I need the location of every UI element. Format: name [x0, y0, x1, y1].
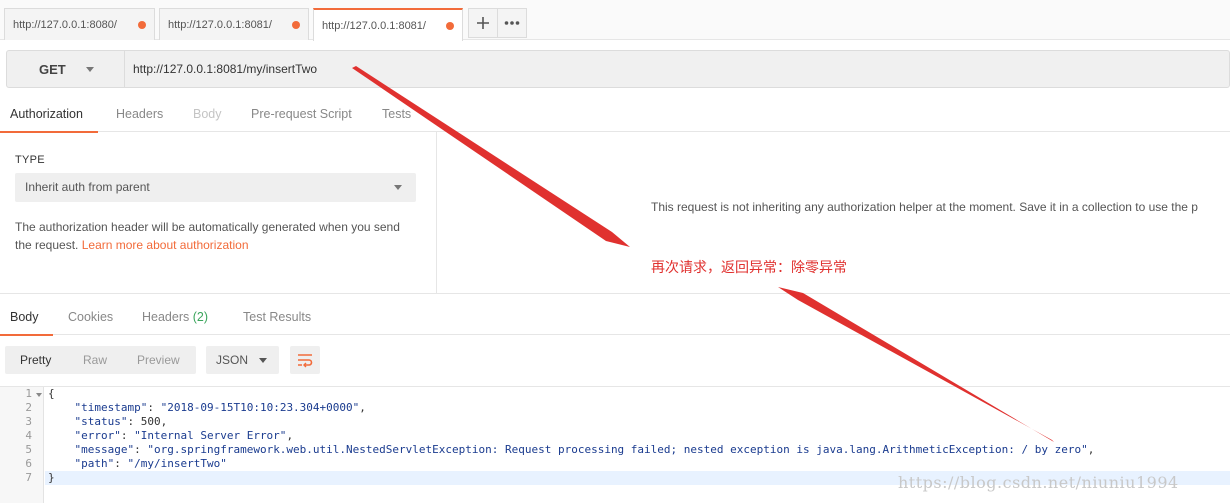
tab-headers[interactable]: Headers — [116, 96, 163, 132]
tab-test-results[interactable]: Test Results — [243, 299, 311, 335]
tab-pre-request-script[interactable]: Pre-request Script — [251, 96, 352, 132]
learn-more-link[interactable]: Learn more about authorization — [82, 238, 249, 252]
view-mode-segmented: Pretty Raw Preview — [5, 346, 196, 374]
json-brace: } — [48, 471, 55, 484]
request-tab[interactable]: http://127.0.0.1:8081/ — [159, 8, 309, 40]
auth-settings-panel: TYPE Inherit auth from parent The author… — [0, 132, 437, 294]
tab-label: http://127.0.0.1:8080/ — [13, 18, 117, 31]
tab-label: Authorization — [10, 107, 83, 121]
wrap-lines-button[interactable] — [290, 346, 320, 374]
code-line: "message": "org.springframework.web.util… — [74, 443, 1095, 456]
auth-type-value: Inherit auth from parent — [25, 180, 150, 194]
tab-tests[interactable]: Tests — [382, 96, 411, 132]
json-key: "error" — [74, 429, 121, 442]
divider — [0, 293, 1230, 294]
json-key: "timestamp" — [74, 401, 148, 414]
json-brace: { — [48, 387, 55, 400]
tab-label: Test Results — [243, 310, 312, 324]
request-bar: GET http://127.0.0.1:8081/my/insertTwo — [6, 50, 1230, 88]
line-number: 7 — [25, 471, 32, 484]
tab-label: Headers — [142, 310, 190, 324]
tab-body[interactable]: Body — [193, 96, 222, 132]
json-key: "status" — [74, 415, 128, 428]
request-tabs-bar: http://127.0.0.1:8080/ http://127.0.0.1:… — [0, 0, 1230, 41]
view-raw-button[interactable]: Raw — [83, 346, 107, 374]
more-tabs-button[interactable] — [497, 8, 527, 38]
chevron-down-icon — [394, 185, 402, 190]
format-value: JSON — [216, 353, 249, 367]
line-gutter: 1 2 3 4 5 6 7 — [0, 387, 44, 503]
tab-label: http://127.0.0.1:8081/ — [168, 18, 272, 31]
more-icon — [504, 21, 520, 25]
request-options-tabs: Authorization Headers Body Pre-request S… — [0, 96, 1230, 133]
tab-cookies[interactable]: Cookies — [68, 299, 113, 335]
chevron-down-icon — [86, 67, 94, 72]
new-tab-button[interactable] — [468, 8, 498, 38]
annotation-text: 再次请求，返回异常：除零异常 — [651, 260, 847, 276]
response-tabs: Body Cookies Headers (2) Test Results — [0, 299, 1230, 336]
view-preview-button[interactable]: Preview — [137, 346, 180, 374]
line-number: 2 — [25, 401, 32, 414]
json-value: "2018-09-15T10:10:23.304+0000" — [160, 401, 360, 414]
auth-type-label: TYPE — [15, 154, 45, 166]
request-tab-active[interactable]: http://127.0.0.1:8081/ — [313, 8, 463, 41]
unsaved-dot-icon — [446, 22, 454, 30]
code-line: "status": 500, — [74, 415, 168, 428]
chevron-down-icon — [259, 358, 267, 363]
line-number: 3 — [25, 415, 32, 428]
tab-response-headers[interactable]: Headers (2) — [142, 299, 208, 335]
line-number: 4 — [25, 429, 32, 442]
view-pretty-button[interactable]: Pretty — [20, 346, 51, 374]
method-label: GET — [39, 61, 66, 77]
code-line: "path": "/my/insertTwo" — [74, 457, 227, 470]
auth-description: The authorization header will be automat… — [15, 218, 415, 254]
code-line: "error": "Internal Server Error", — [74, 429, 294, 442]
auth-type-select[interactable]: Inherit auth from parent — [15, 173, 416, 202]
line-number: 6 — [25, 457, 32, 470]
tab-response-body[interactable]: Body — [0, 299, 53, 336]
json-value: "Internal Server Error" — [134, 429, 287, 442]
json-value: 500 — [140, 415, 161, 428]
tab-label: Headers — [116, 107, 164, 121]
url-input[interactable]: http://127.0.0.1:8081/my/insertTwo — [133, 51, 317, 87]
json-key: "path" — [74, 457, 115, 470]
unsaved-dot-icon — [138, 21, 146, 29]
tab-label: Body — [10, 310, 39, 324]
tab-label: Body — [193, 107, 222, 121]
code-line: "timestamp": "2018-09-15T10:10:23.304+00… — [74, 401, 366, 414]
method-select[interactable]: GET — [7, 51, 125, 87]
code-line: { — [48, 387, 55, 401]
watermark: https://blog.csdn.net/niuniu1994 — [898, 473, 1179, 492]
line-number: 5 — [25, 443, 32, 456]
tab-label: Tests — [382, 107, 412, 121]
json-value: "/my/insertTwo" — [127, 457, 227, 470]
json-value: "org.springframework.web.util.NestedServ… — [147, 443, 1088, 456]
json-key: "message" — [74, 443, 135, 456]
request-tab[interactable]: http://127.0.0.1:8080/ — [4, 8, 155, 40]
code-line: } — [48, 471, 55, 485]
headers-count-badge: (2) — [192, 310, 209, 324]
active-tab-underline — [0, 334, 53, 336]
wrap-lines-icon — [298, 354, 313, 368]
tab-label: Pre-request Script — [251, 107, 352, 121]
plus-icon — [477, 17, 489, 29]
auth-inherit-message: This request is not inheriting any autho… — [651, 200, 1198, 214]
format-select[interactable]: JSON — [206, 346, 279, 374]
tab-label: http://127.0.0.1:8081/ — [322, 19, 426, 32]
tab-label: Cookies — [68, 310, 114, 324]
unsaved-dot-icon — [292, 21, 300, 29]
tab-authorization[interactable]: Authorization — [0, 96, 98, 133]
fold-arrow-icon[interactable] — [36, 393, 42, 397]
